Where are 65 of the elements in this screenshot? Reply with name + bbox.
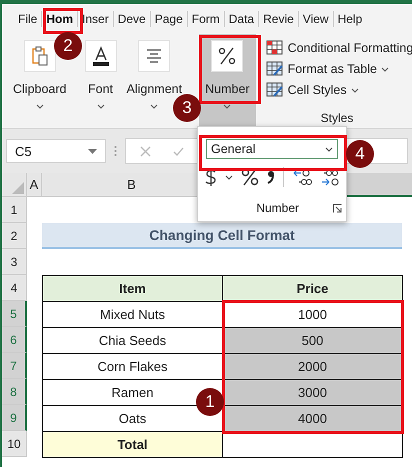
group-label: Number — [256, 201, 299, 215]
row-header[interactable]: 7 — [2, 353, 27, 379]
comma-icon[interactable] — [266, 170, 274, 184]
ribbon-tab[interactable]: Revie — [259, 12, 298, 26]
caret-icon — [36, 104, 44, 109]
drag-handle-icon — [114, 145, 117, 157]
caret-icon[interactable] — [224, 174, 232, 180]
corner-triangle-icon — [12, 182, 24, 194]
ribbon-tab[interactable]: Data — [224, 12, 258, 26]
percent-icon[interactable] — [240, 168, 258, 186]
table-cell: 4000 — [222, 405, 403, 432]
ribbon-group-button[interactable]: Font — [84, 40, 118, 109]
dropdown-arrow-icon — [88, 148, 97, 154]
caret-icon — [150, 104, 158, 109]
caret-icon — [325, 146, 333, 152]
row-header[interactable]: 10 — [2, 431, 27, 457]
caret-icon — [350, 88, 359, 92]
cell-brush-icon — [266, 82, 284, 98]
row-header[interactable]: 2 — [2, 223, 27, 249]
styles-menu-button[interactable]: Format as Table — [266, 61, 412, 77]
column-header[interactable]: A — [27, 173, 42, 197]
highlight-frame — [199, 35, 261, 104]
table-header-cell: Price — [222, 275, 403, 302]
table-cell: Total — [42, 431, 223, 458]
ribbon-tab[interactable]: Page — [150, 12, 187, 26]
grid-highlight-icon — [266, 40, 284, 56]
ribbon-tab[interactable]: File — [14, 12, 42, 26]
font-color-icon — [84, 40, 117, 72]
row-header[interactable]: 9 — [2, 405, 27, 431]
table-cell: 3000 — [222, 379, 403, 406]
caret-icon — [96, 104, 105, 109]
increase-decimal-icon[interactable] — [320, 168, 340, 186]
group-label: Styles — [320, 111, 354, 125]
dialog-launcher-icon[interactable] — [333, 204, 342, 212]
group-label: Font — [88, 82, 114, 96]
group-label: Clipboard — [13, 82, 67, 96]
caret-icon — [223, 104, 232, 109]
percent-icon — [211, 40, 244, 72]
clipboard-icon — [24, 40, 56, 72]
caret-icon — [380, 66, 389, 72]
styles-menu-button[interactable]: Cell Styles — [266, 82, 412, 98]
row-header[interactable]: 6 — [2, 327, 27, 353]
table-header-cell: Item — [42, 275, 223, 302]
group-label: Number — [205, 82, 250, 96]
group-label: Alignment — [126, 82, 182, 96]
ribbon-tab[interactable]: Help — [334, 12, 366, 26]
align-center-icon — [138, 40, 170, 72]
ribbon-tab[interactable]: Deve — [114, 12, 150, 26]
name-box[interactable]: C5 — [6, 139, 106, 163]
sheet-title: Changing Cell Format — [42, 223, 402, 249]
row-header[interactable]: 5 — [2, 301, 27, 327]
table-cell: 500 — [222, 327, 403, 354]
number-format-dropdown[interactable]: General — [206, 139, 338, 159]
ribbon-tab[interactable]: View — [298, 12, 333, 26]
decrease-decimal-icon[interactable] — [292, 168, 312, 186]
row-header[interactable]: 8 — [2, 379, 27, 405]
row-header[interactable]: 4 — [2, 275, 27, 301]
ribbon-tab[interactable]: Form — [188, 12, 224, 26]
row-header[interactable]: 3 — [2, 249, 27, 275]
row-header[interactable]: 1 — [2, 197, 27, 223]
table-cell: 2000 — [222, 353, 403, 380]
ribbon-tab[interactable]: Hom — [42, 12, 78, 26]
ribbon-tab[interactable]: Inser — [78, 12, 113, 26]
table-brush-icon — [266, 61, 284, 77]
check-icon[interactable] — [173, 146, 184, 156]
